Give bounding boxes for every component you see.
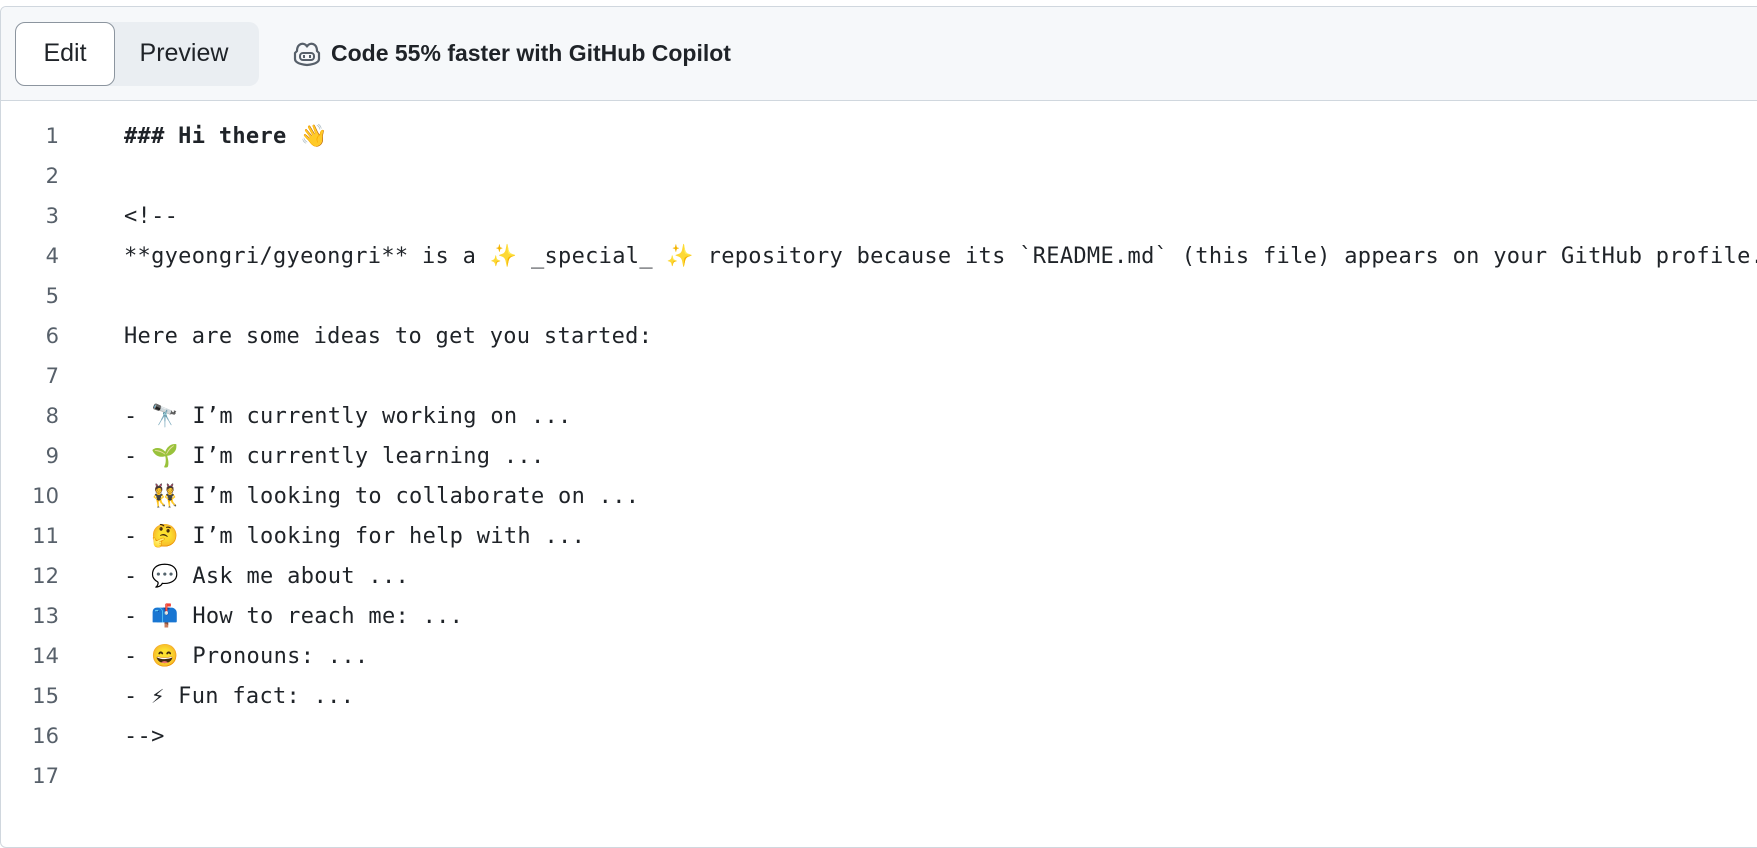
code-line: 15 - ⚡ Fun fact: ...: [1, 676, 1757, 716]
line-text: - 😄 Pronouns: ...: [124, 643, 369, 669]
code-line: 11 - 🤔 I’m looking for help with ...: [1, 516, 1757, 556]
code-line: 7: [1, 356, 1757, 396]
code-line: 1 ### Hi there 👋: [1, 116, 1757, 156]
file-editor: Edit Preview Code 55% faster with GitHub…: [0, 6, 1757, 848]
line-number: 7: [45, 364, 59, 388]
line-number: 2: [45, 164, 59, 188]
line-number: 10: [32, 484, 59, 508]
line-number: 16: [32, 724, 59, 748]
line-text: **gyeongri/gyeongri** is a ✨ _special_ ✨…: [124, 243, 1757, 269]
code-line: 17: [1, 756, 1757, 796]
line-text: - 🌱 I’m currently learning ...: [124, 443, 545, 469]
code-line: 14 - 😄 Pronouns: ...: [1, 636, 1757, 676]
line-number: 14: [32, 644, 59, 668]
line-number: 1: [45, 124, 59, 148]
line-number: 15: [32, 684, 59, 708]
line-text: - 📫 How to reach me: ...: [124, 603, 464, 629]
line-text: - 🤔 I’m looking for help with ...: [124, 523, 586, 549]
line-number: 3: [45, 204, 59, 228]
line-number: 13: [32, 604, 59, 628]
tab-edit[interactable]: Edit: [15, 21, 115, 86]
code-line: 9 - 🌱 I’m currently learning ...: [1, 436, 1757, 476]
code-line: 13 - 📫 How to reach me: ...: [1, 596, 1757, 636]
line-number: 4: [45, 244, 59, 268]
line-text: - 💬 Ask me about ...: [124, 563, 410, 589]
code-line: 4 **gyeongri/gyeongri** is a ✨ _special_…: [1, 236, 1757, 276]
editor-toolbar: Edit Preview Code 55% faster with GitHub…: [1, 7, 1757, 101]
code-line: 2: [1, 156, 1757, 196]
line-number: 12: [32, 564, 59, 588]
code-editor[interactable]: 1 ### Hi there 👋 2 3 <!-- 4 **gyeongri/g…: [1, 101, 1757, 796]
line-number: 17: [32, 764, 59, 788]
copilot-promo-link[interactable]: Code 55% faster with GitHub Copilot: [291, 38, 731, 70]
line-number: 8: [45, 404, 59, 428]
copilot-icon: [291, 38, 323, 70]
line-text: - 👯 I’m looking to collaborate on ...: [124, 483, 640, 509]
code-line: 8 - 🔭 I’m currently working on ...: [1, 396, 1757, 436]
line-number: 6: [45, 324, 59, 348]
code-line: 5: [1, 276, 1757, 316]
line-text: Here are some ideas to get you started:: [124, 323, 653, 349]
line-text: - ⚡ Fun fact: ...: [124, 683, 355, 709]
line-text: -->: [124, 723, 165, 749]
code-line: 3 <!--: [1, 196, 1757, 236]
edit-preview-tabs: Edit Preview: [15, 21, 259, 86]
line-text: - 🔭 I’m currently working on ...: [124, 403, 572, 429]
line-text: ### Hi there 👋: [124, 123, 328, 149]
code-line: 10 - 👯 I’m looking to collaborate on ...: [1, 476, 1757, 516]
line-number: 11: [32, 524, 59, 548]
tab-preview[interactable]: Preview: [115, 22, 259, 86]
line-number: 5: [45, 284, 59, 308]
code-line: 12 - 💬 Ask me about ...: [1, 556, 1757, 596]
copilot-promo-label: Code 55% faster with GitHub Copilot: [331, 40, 731, 66]
line-number: 9: [45, 444, 59, 468]
line-text: <!--: [124, 203, 179, 229]
code-line: 6 Here are some ideas to get you started…: [1, 316, 1757, 356]
code-line: 16 -->: [1, 716, 1757, 756]
